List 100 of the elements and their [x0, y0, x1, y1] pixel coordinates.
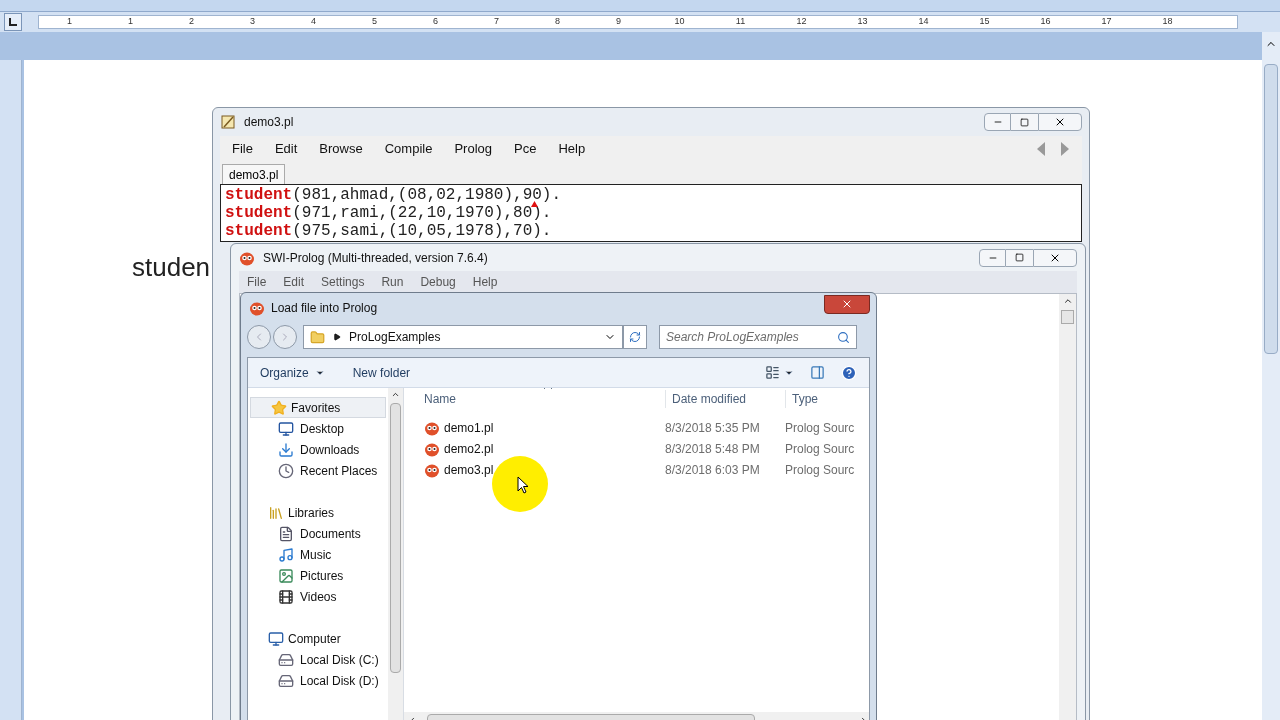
- caret-marker-icon: [531, 201, 538, 207]
- scrollbar-thumb[interactable]: [1264, 64, 1278, 354]
- refresh-icon: [629, 331, 641, 343]
- menu-item[interactable]: File: [247, 273, 267, 291]
- menu-item[interactable]: Edit: [274, 139, 298, 159]
- ruler-number: 14: [917, 15, 930, 29]
- dialog-title: Load file into Prolog: [271, 300, 379, 317]
- nav-item[interactable]: Music: [248, 544, 388, 565]
- search-field[interactable]: Search ProLogExamples: [659, 325, 857, 349]
- menu-item[interactable]: Help: [472, 273, 498, 291]
- column-header[interactable]: Name: [404, 390, 665, 408]
- menu-item[interactable]: Help: [558, 139, 586, 159]
- help-icon[interactable]: [841, 364, 857, 381]
- code-line: student(971,rami,(22,10,1970),80).: [225, 204, 553, 222]
- picture-icon: [278, 567, 294, 584]
- search-icon[interactable]: [837, 330, 850, 344]
- music-icon: [278, 546, 294, 563]
- nav-item[interactable]: Desktop: [248, 418, 388, 439]
- code-line: student(975,sami,(10,05,1978),70).: [225, 222, 553, 240]
- ruler-number: 1: [66, 15, 73, 29]
- nav-item[interactable]: Local Disk (D:): [248, 670, 388, 691]
- file-date: 8/3/2018 5:35 PM: [665, 419, 761, 437]
- file-name: demo2.pl: [444, 440, 494, 458]
- nav-group[interactable]: Computer: [248, 628, 388, 649]
- menu-item[interactable]: Edit: [283, 273, 305, 291]
- console-scrollbar[interactable]: [1059, 294, 1076, 720]
- scrollbar-thumb[interactable]: [1061, 310, 1074, 324]
- file-date: 8/3/2018 5:48 PM: [665, 440, 761, 458]
- view-icon[interactable]: [765, 365, 780, 380]
- menu-item[interactable]: Debug: [420, 273, 456, 291]
- nav-group[interactable]: Favorites: [250, 397, 386, 418]
- file-type: Prolog Sourc: [785, 461, 855, 479]
- maximize-icon: [1015, 253, 1024, 262]
- nav-item[interactable]: Pictures: [248, 565, 388, 586]
- ruler-number: 5: [371, 15, 378, 29]
- refresh-button[interactable]: [623, 325, 647, 349]
- forward-button[interactable]: [273, 325, 297, 349]
- ruler-number: 9: [615, 15, 622, 29]
- tab-stop-icon: [9, 18, 17, 26]
- code-area[interactable]: student(981,ahmad,(08,02,1980),90). student(971,rami,(22,10,1970),80). student(975,sami,(10,05,1978),70).: [220, 184, 1082, 242]
- folder-icon: [310, 329, 325, 345]
- scrollbar-thumb[interactable]: [390, 403, 401, 673]
- window-title: SWI-Prolog (Multi-threaded, version 7.6.4): [263, 249, 489, 267]
- ruler-number: 7: [493, 15, 500, 29]
- document-text: studen: [132, 252, 211, 282]
- vertical-scrollbar[interactable]: [1262, 32, 1280, 720]
- ruler-number: 2: [188, 15, 195, 29]
- ruler-number: 15: [978, 15, 991, 29]
- file-row[interactable]: demo3.pl 8/3/2018 6:03 PM Prolog Sourc: [404, 459, 869, 480]
- file-date: 8/3/2018 6:03 PM: [665, 461, 761, 479]
- desktop-icon: [278, 420, 294, 437]
- menu-item[interactable]: Run: [381, 273, 404, 291]
- document-icon: [278, 525, 294, 542]
- maximize-icon: [1020, 117, 1029, 127]
- tab-selector-button[interactable]: [4, 13, 22, 31]
- close-button[interactable]: [824, 294, 870, 314]
- file-row[interactable]: demo2.pl 8/3/2018 5:48 PM Prolog Sourc: [404, 438, 869, 459]
- minimize-button[interactable]: [979, 248, 1006, 267]
- ruler-number: 3: [249, 15, 256, 29]
- ruler-number: 6: [432, 15, 439, 29]
- clock-icon: [278, 462, 294, 479]
- preview-pane-icon[interactable]: [810, 365, 825, 380]
- back-button[interactable]: [247, 325, 271, 349]
- minimize-button[interactable]: [984, 113, 1011, 131]
- quill-icon: [220, 114, 236, 130]
- maximize-button[interactable]: [1006, 248, 1033, 267]
- file-type: Prolog Sourc: [785, 419, 855, 437]
- ruler-number: 16: [1039, 15, 1052, 29]
- ruler-number: 1: [127, 15, 134, 29]
- column-header[interactable]: Type: [785, 390, 818, 408]
- menu-item[interactable]: Settings: [321, 273, 365, 291]
- toolbar-button[interactable]: New folder: [352, 363, 411, 382]
- nav-item[interactable]: Local Disk (C:): [248, 649, 388, 670]
- file-row[interactable]: demo1.pl 8/3/2018 5:35 PM Prolog Sourc: [404, 417, 869, 438]
- scroll-up-icon[interactable]: [1062, 296, 1073, 306]
- menu-item[interactable]: Pce: [514, 139, 537, 159]
- ruler-number: 18: [1161, 15, 1174, 29]
- menu-item[interactable]: Compile: [384, 139, 433, 159]
- ruler-number: 12: [795, 15, 808, 29]
- nav-item[interactable]: Documents: [248, 523, 388, 544]
- organize-menu[interactable]: Organize: [260, 363, 325, 382]
- nav-item[interactable]: Recent Places: [248, 460, 388, 481]
- menu-item[interactable]: Browse: [319, 139, 363, 159]
- maximize-button[interactable]: [1011, 113, 1038, 131]
- file-name: demo3.pl: [444, 461, 494, 479]
- menu-item[interactable]: File: [232, 139, 253, 159]
- nav-item[interactable]: Videos: [248, 586, 388, 607]
- nav-scrollbar[interactable]: [388, 388, 403, 720]
- nav-group[interactable]: Libraries: [248, 502, 388, 523]
- window-title: demo3.pl: [244, 114, 295, 131]
- nav-item[interactable]: Downloads: [248, 439, 388, 460]
- ruler-number: 13: [856, 15, 869, 29]
- film-icon: [278, 588, 294, 605]
- file-tab[interactable]: demo3.pl: [222, 164, 286, 184]
- column-header[interactable]: Date modified: [665, 390, 785, 408]
- menu-item[interactable]: Prolog: [454, 139, 492, 159]
- breadcrumb-arrow-icon: [333, 333, 341, 341]
- owl-icon: [249, 300, 265, 316]
- scroll-up-icon[interactable]: [391, 390, 400, 399]
- address-bar[interactable]: ProLogExamples: [303, 325, 623, 349]
